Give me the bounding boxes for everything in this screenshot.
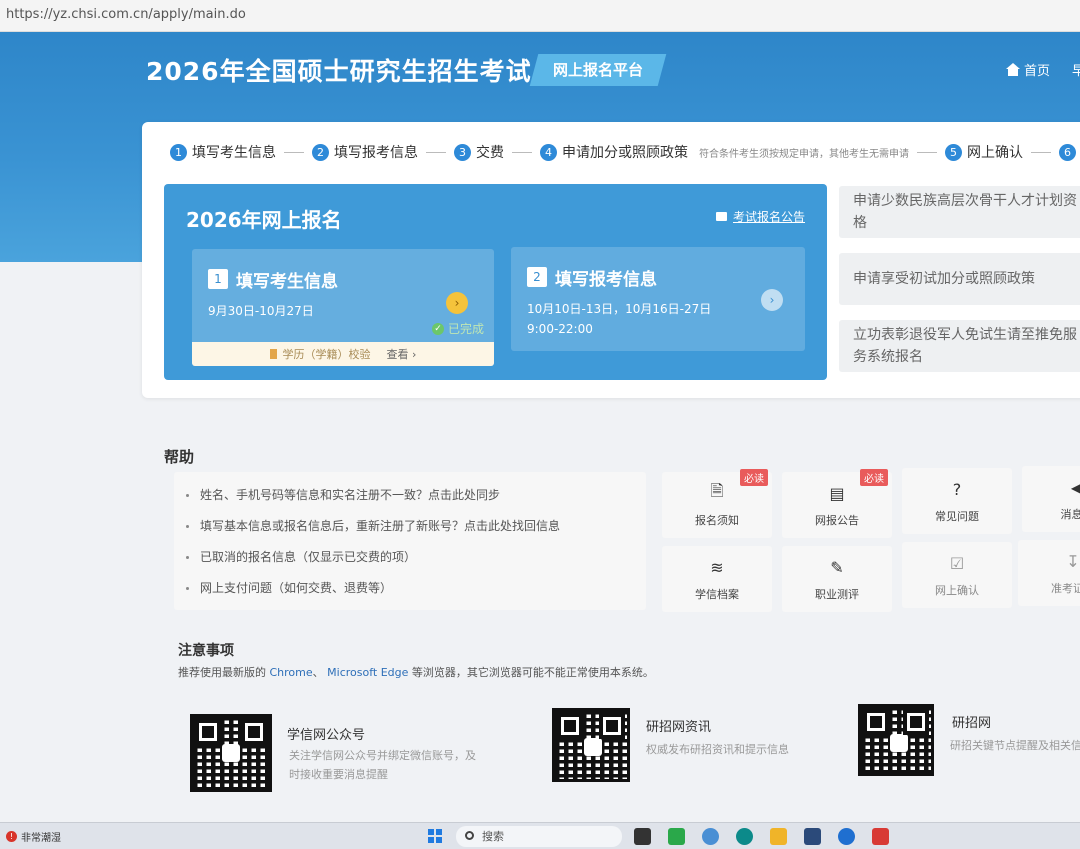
confirm-icon: ☑ <box>949 553 965 573</box>
substep-fill-candidate-info[interactable]: 1 填写考生信息 9月30日-10月27日 › ✓ 已完成 学历（学籍）校验 查看… <box>192 249 494 366</box>
home-link[interactable]: 首页 <box>1006 60 1050 79</box>
step-4: 4 申请加分或照顾政策 符合条件考生须按规定申请，其他考生无需申请 <box>540 142 909 162</box>
nav-link-truncated[interactable]: 早 <box>1072 60 1080 79</box>
arrow-right-icon[interactable]: › <box>446 292 468 314</box>
site-title: 2026年全国硕士研究生招生考试 <box>146 57 532 86</box>
view-link[interactable]: 查看 › <box>387 346 417 362</box>
address-bar[interactable]: https://yz.chsi.com.cn/apply/main.do <box>0 0 1080 32</box>
qr-code <box>190 714 272 792</box>
notice-icon <box>716 212 727 221</box>
browser-icon[interactable] <box>702 828 719 845</box>
file-icon <box>269 349 277 359</box>
download-icon: ↧ <box>1066 551 1080 571</box>
taskbar-search[interactable]: 搜索 <box>456 826 622 847</box>
main-panel: 1 填写考生信息 2 填写报考信息 3 交费 4 申请加分或照顾政策 符合条件考生须按规定… <box>142 122 1080 398</box>
qr-code <box>858 704 934 776</box>
side-link-veteran-exempt[interactable]: 立功表彰退役军人免试生请至推免服务系统报名 <box>839 320 1080 372</box>
step-6: 6下载 <box>1059 142 1080 162</box>
substep-fill-application-info[interactable]: 2 填写报考信息 10月10日-13日，10月16日-27日 9:00-22:00… <box>511 247 805 351</box>
file-explorer-icon[interactable] <box>770 828 787 845</box>
tile-admission-ticket[interactable]: ↧ 准考证下 <box>1018 540 1080 606</box>
signup-title: 2026年网上报名 <box>186 208 342 232</box>
qr-name: 研招网资讯 <box>646 720 712 735</box>
help-link[interactable]: 网上支付问题（如何交费、退费等） <box>174 577 646 608</box>
tile-announcement[interactable]: 必读 ▤ 网报公告 <box>782 469 892 538</box>
step-4-note: 符合条件考生须按规定申请，其他考生无需申请 <box>699 148 909 160</box>
app-icon-green[interactable] <box>668 828 685 845</box>
app-icon-blue[interactable] <box>838 828 855 845</box>
qr-name: 研招网 <box>952 716 992 731</box>
task-view-icon[interactable] <box>634 828 651 845</box>
tile-xuexin-archive[interactable]: ≋ 学信档案 <box>662 546 772 612</box>
speaker-icon: ◀ <box>1070 477 1080 497</box>
url-text: https://yz.chsi.com.cn/apply/main.do <box>6 7 246 22</box>
help-list: 姓名、手机号码等信息和实名注册不一致？点击此处同步 填写基本信息或报名信息后，重… <box>174 472 646 610</box>
help-link[interactable]: 填写基本信息或报名信息后，重新注册了新账号？点击此处找回信息 <box>174 515 646 546</box>
weather-alert-icon: ! <box>6 831 17 842</box>
notice-title: 注意事项 <box>178 643 234 659</box>
home-icon <box>1006 63 1020 76</box>
step-1: 1 填写考生信息 <box>170 142 276 162</box>
help-link[interactable]: 已取消的报名信息（仅显示已交费的项） <box>174 546 646 577</box>
assessment-icon: ✎ <box>830 557 844 577</box>
store-icon[interactable] <box>804 828 821 845</box>
completed-status: ✓ 已完成 <box>432 320 484 337</box>
notice-text: 推荐使用最新版的 Chrome、 Microsoft Edge 等浏览器，其它浏… <box>178 666 654 679</box>
platform-tag: 网上报名平台 <box>529 54 667 86</box>
help-link[interactable]: 姓名、手机号码等信息和实名注册不一致？点击此处同步 <box>174 484 646 515</box>
qr-name: 学信网公众号 <box>287 728 366 743</box>
question-icon: ? <box>952 479 962 499</box>
education-verify-bar: 学历（学籍）校验 查看 › <box>192 342 494 366</box>
qr-code <box>552 708 630 782</box>
step-3: 3 交费 <box>454 142 504 162</box>
qr-desc: 权威发布研招资讯和提示信息 <box>646 743 789 756</box>
tile-messages[interactable]: ◀ 消息通 <box>1022 466 1080 532</box>
step-2: 2 填写报考信息 <box>312 142 418 162</box>
arrow-right-icon[interactable]: › <box>761 289 783 311</box>
weather-widget[interactable]: ! 非常潮湿 <box>6 829 61 844</box>
help-title: 帮助 <box>164 448 195 466</box>
step-progress: 1 填写考生信息 2 填写报考信息 3 交费 4 申请加分或照顾政策 符合条件考生须按规定… <box>170 142 1080 162</box>
qr-desc: 关注学信网公众号并绑定微信账号，及 时接收重要消息提醒 <box>289 749 476 781</box>
announcement-icon: ▤ <box>829 483 845 503</box>
must-read-badge: 必读 <box>860 469 888 486</box>
side-link-bonus-policy[interactable]: 申请享受初试加分或照顾政策 <box>839 253 1080 305</box>
must-read-badge: 必读 <box>740 469 768 486</box>
step-5: 5 网上确认 <box>945 142 1023 162</box>
side-link-minority-program[interactable]: 申请少数民族高层次骨干人才计划资格 <box>839 186 1080 238</box>
tile-online-confirm[interactable]: ☑ 网上确认 <box>902 542 1012 608</box>
document-icon: 🗎 <box>710 480 724 500</box>
qr-desc: 研招关键节点提醒及相关信 <box>950 739 1080 752</box>
taskbar: ! 非常潮湿 搜索 <box>0 822 1080 849</box>
tile-faq[interactable]: ? 常见问题 <box>902 468 1012 534</box>
windows-start-icon[interactable] <box>428 829 442 843</box>
exam-notice-link[interactable]: 考试报名公告 <box>716 208 805 225</box>
tile-career-assessment[interactable]: ✎ 职业测评 <box>782 546 892 612</box>
check-icon: ✓ <box>432 322 444 335</box>
online-signup-card: 2026年网上报名 考试报名公告 1 填写考生信息 9月30日-10月27日 ›… <box>164 184 827 380</box>
edge-icon[interactable] <box>736 828 753 845</box>
tile-registration-guide[interactable]: 必读 🗎 报名须知 <box>662 469 772 538</box>
archive-icon: ≋ <box>710 557 724 577</box>
search-icon <box>465 831 474 840</box>
wps-icon[interactable] <box>872 828 889 845</box>
